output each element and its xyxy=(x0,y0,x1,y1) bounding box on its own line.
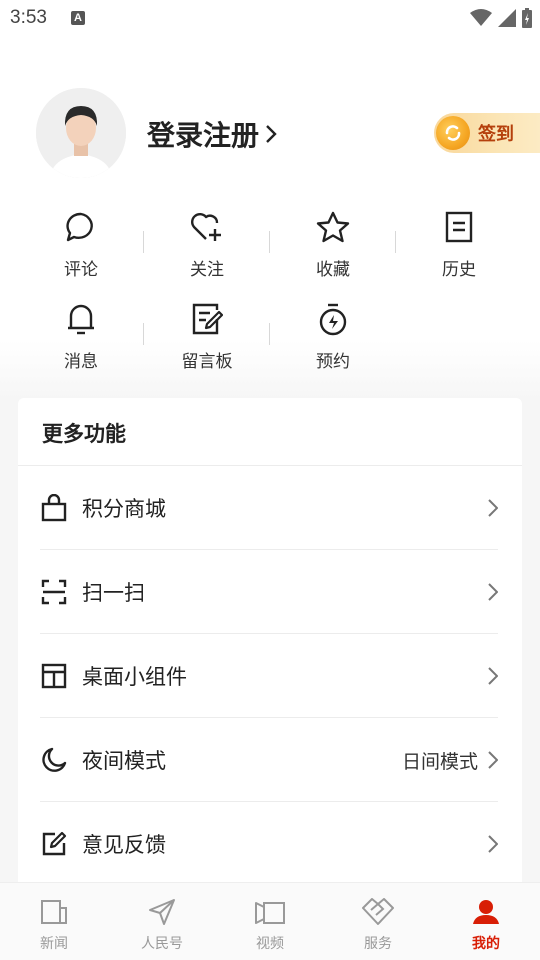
scan-icon xyxy=(41,579,67,605)
login-register-link[interactable]: 登录注册 xyxy=(147,114,277,154)
menu-item-points-mall[interactable]: 积分商城 xyxy=(40,466,500,550)
wifi-icon xyxy=(470,9,492,26)
feedback-icon xyxy=(42,831,67,856)
quick-message-board[interactable]: 留言板 xyxy=(144,297,270,389)
nav-news[interactable]: 新闻 xyxy=(0,883,108,960)
bottom-navigation: 新闻 人民号 视频 服务 我的 xyxy=(0,882,540,960)
nav-service[interactable]: 服务 xyxy=(324,883,432,960)
quick-favorite[interactable]: 收藏 xyxy=(270,205,396,297)
history-doc-icon xyxy=(445,211,473,243)
moon-icon xyxy=(42,747,67,772)
menu-item-label: 夜间模式 xyxy=(82,749,166,773)
timer-icon xyxy=(319,303,347,336)
chevron-right-icon xyxy=(488,835,498,853)
nav-label: 人民号 xyxy=(141,936,183,952)
chevron-right-icon xyxy=(488,499,498,517)
news-icon xyxy=(41,900,67,924)
quick-messages[interactable]: 消息 xyxy=(18,297,144,389)
nav-people-account[interactable]: 人民号 xyxy=(108,883,216,960)
avatar-person-icon xyxy=(36,88,126,178)
profile-icon xyxy=(473,900,499,924)
quick-actions-grid: 评论 关注 收藏 历史 消息 留言板 预约 xyxy=(18,205,522,389)
more-functions-title: 更多功能 xyxy=(42,422,126,446)
service-icon xyxy=(362,898,394,925)
status-time: 3:53 xyxy=(10,7,47,28)
comment-icon xyxy=(66,212,93,242)
heart-plus-icon xyxy=(191,213,221,241)
nav-label: 我的 xyxy=(472,936,500,952)
coin-icon xyxy=(436,116,470,150)
status-icons xyxy=(470,8,532,28)
login-register-label: 登录注册 xyxy=(147,119,260,152)
nav-video[interactable]: 视频 xyxy=(216,883,324,960)
quick-label: 留言板 xyxy=(181,352,233,372)
video-icon xyxy=(255,902,285,924)
nav-label: 新闻 xyxy=(40,936,68,952)
menu-item-label: 意见反馈 xyxy=(82,833,166,857)
quick-label: 收藏 xyxy=(316,260,350,280)
quick-comment[interactable]: 评论 xyxy=(18,205,144,297)
checkin-label: 签到 xyxy=(478,124,514,145)
signal-icon xyxy=(498,9,516,27)
quick-label: 历史 xyxy=(442,260,476,280)
quick-label: 评论 xyxy=(64,260,98,280)
chevron-right-icon xyxy=(488,667,498,685)
avatar[interactable] xyxy=(36,88,126,178)
quick-follow[interactable]: 关注 xyxy=(144,205,270,297)
chevron-right-icon xyxy=(488,751,498,769)
status-bar: 3:53 A xyxy=(0,0,540,38)
edit-note-icon xyxy=(192,303,223,335)
menu-item-label: 积分商城 xyxy=(82,497,166,521)
menu-item-label: 桌面小组件 xyxy=(82,665,187,689)
notification-a-icon: A xyxy=(71,11,85,25)
quick-label: 预约 xyxy=(316,352,350,372)
chevron-right-icon xyxy=(488,583,498,601)
menu-item-scan[interactable]: 扫一扫 xyxy=(40,550,500,634)
menu-item-feedback[interactable]: 意见反馈 xyxy=(40,802,500,886)
chevron-right-icon xyxy=(266,125,277,143)
menu-item-desktop-widget[interactable]: 桌面小组件 xyxy=(40,634,500,718)
quick-label: 消息 xyxy=(64,352,98,372)
checkin-button[interactable]: 签到 xyxy=(434,113,540,153)
shopping-bag-icon xyxy=(41,494,67,522)
battery-icon xyxy=(522,8,532,28)
night-mode-value: 日间模式 xyxy=(401,750,478,773)
nav-mine[interactable]: 我的 xyxy=(432,883,540,960)
menu-item-night-mode[interactable]: 夜间模式 日间模式 xyxy=(40,718,500,802)
more-functions-card: 更多功能 积分商城 扫一扫 桌面小组件 夜间模式 日间模式 意见反馈 xyxy=(18,398,522,898)
menu-item-label: 扫一扫 xyxy=(82,581,145,605)
quick-history[interactable]: 历史 xyxy=(396,205,522,297)
quick-reservation[interactable]: 预约 xyxy=(270,297,396,389)
nav-label: 视频 xyxy=(256,936,284,952)
star-icon xyxy=(316,211,350,243)
widget-icon xyxy=(41,663,67,689)
bell-icon xyxy=(68,304,94,335)
quick-label: 关注 xyxy=(190,260,224,280)
nav-label: 服务 xyxy=(364,936,392,952)
send-icon xyxy=(149,899,175,925)
